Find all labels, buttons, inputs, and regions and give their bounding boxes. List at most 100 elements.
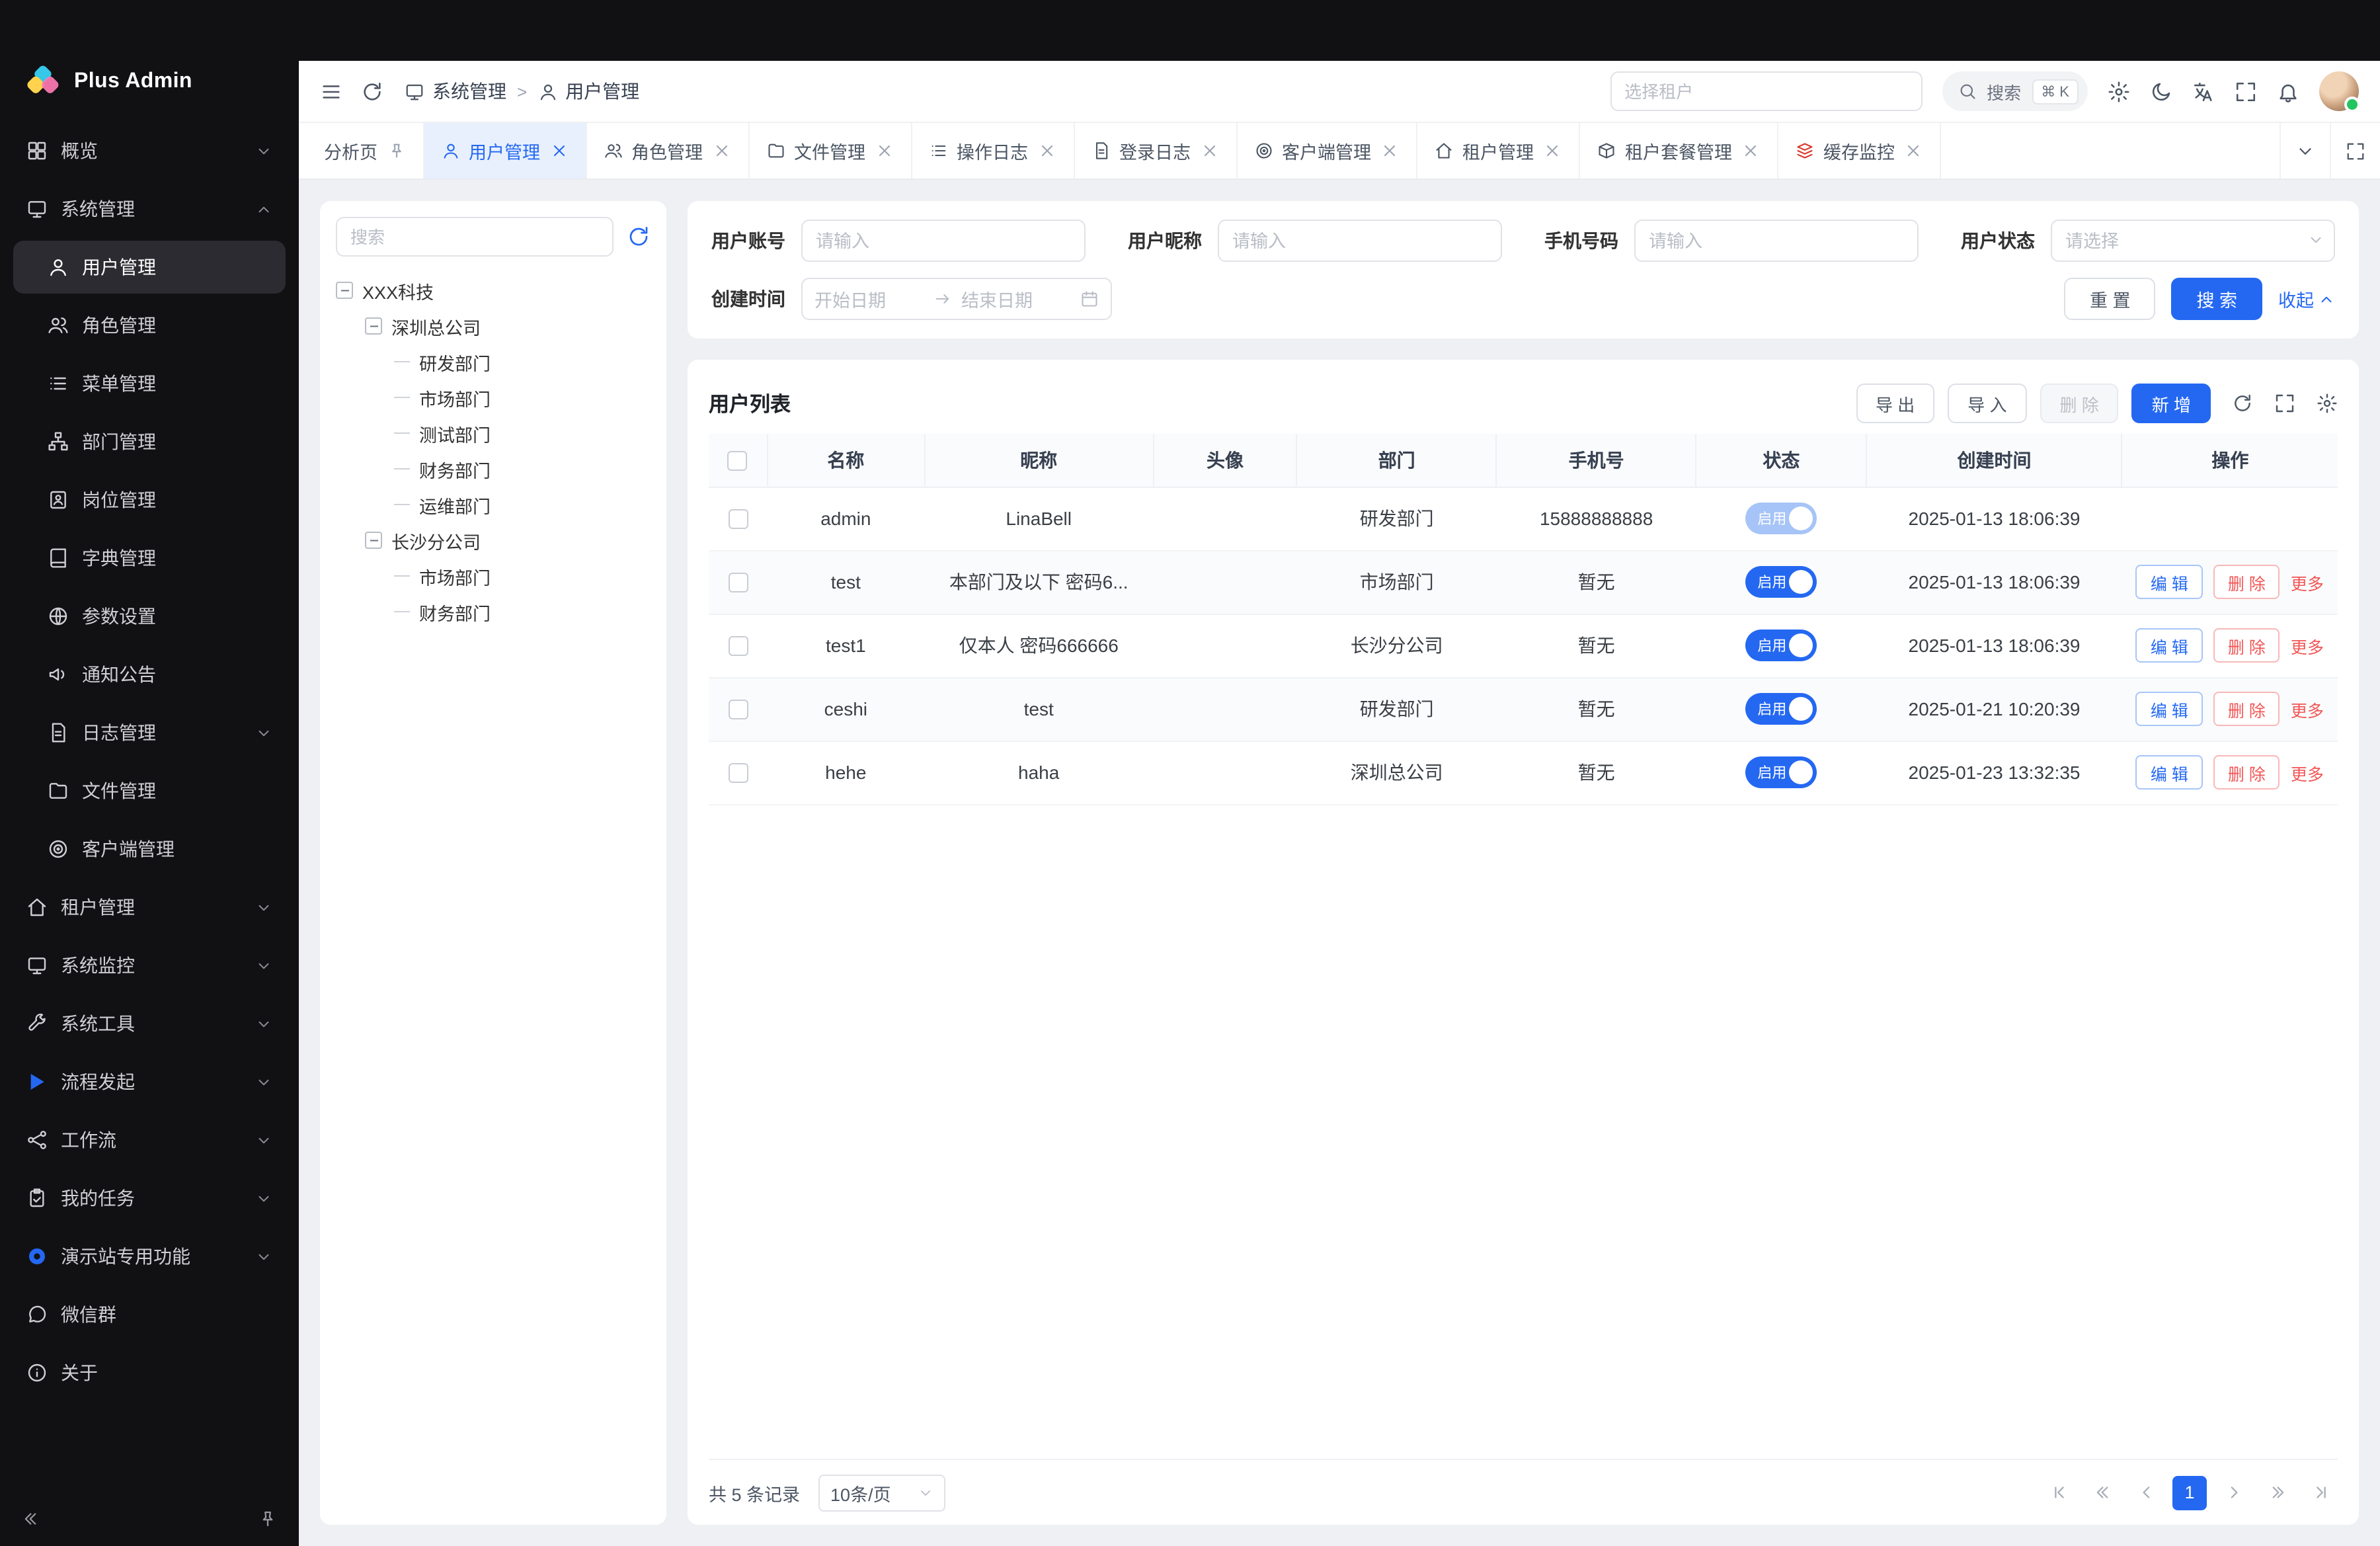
prev-page-button[interactable] [2129, 1475, 2163, 1510]
tree-node-test-dept[interactable]: 测试部门 [336, 415, 651, 451]
sidebar-item-tenant-management[interactable]: 租户管理 [13, 881, 286, 934]
tab-tenant-package-management[interactable]: 租户套餐管理 [1580, 123, 1778, 179]
sidebar-item-dict-management[interactable]: 字典管理 [13, 532, 286, 585]
status-toggle[interactable]: 启用 [1745, 503, 1817, 534]
table-fullscreen-icon[interactable] [2274, 393, 2295, 414]
edit-button[interactable]: 编 辑 [2136, 692, 2203, 726]
tab-fullscreen-button[interactable] [2330, 123, 2380, 179]
collapse-toggle-icon[interactable] [365, 317, 382, 335]
sidebar-item-notice[interactable]: 通知公告 [13, 648, 286, 701]
more-actions-link[interactable]: 更多 [2291, 633, 2324, 658]
tab-role-management[interactable]: 角色管理 [586, 123, 749, 179]
delete-button[interactable]: 删 除 [2040, 384, 2119, 423]
select-all-checkbox[interactable] [728, 451, 748, 471]
column-settings-gear-icon[interactable] [2317, 393, 2338, 414]
page-size-select[interactable]: 10条/页 [818, 1474, 945, 1511]
close-icon[interactable] [1741, 142, 1760, 160]
tree-node-market-dept-2[interactable]: 市场部门 [336, 558, 651, 594]
sidebar-item-my-tasks[interactable]: 我的任务 [13, 1172, 286, 1225]
dark-mode-moon-icon[interactable] [2150, 80, 2172, 102]
tab-user-management[interactable]: 用户管理 [424, 123, 586, 179]
last-page-button[interactable] [2303, 1475, 2338, 1510]
close-icon[interactable] [549, 142, 568, 160]
sidebar-item-param-settings[interactable]: 参数设置 [13, 590, 286, 643]
pin-icon[interactable] [387, 142, 405, 160]
row-checkbox[interactable] [728, 637, 748, 657]
edit-button[interactable]: 编 辑 [2136, 628, 2203, 663]
tree-node-ops-dept[interactable]: 运维部门 [336, 487, 651, 522]
row-checkbox[interactable] [728, 764, 748, 784]
account-input[interactable] [801, 220, 1086, 262]
tenant-select-input[interactable] [1610, 71, 1922, 111]
status-toggle[interactable]: 启用 [1745, 756, 1817, 788]
add-button[interactable]: 新 增 [2132, 384, 2211, 423]
sidebar-item-system-tools[interactable]: 系统工具 [13, 997, 286, 1050]
refresh-page-icon[interactable] [361, 80, 383, 102]
close-icon[interactable] [712, 142, 731, 160]
phone-input[interactable] [1634, 220, 1919, 262]
delete-row-button[interactable]: 删 除 [2213, 755, 2280, 790]
notification-bell-icon[interactable] [2277, 80, 2299, 102]
sidebar-item-demo-features[interactable]: 演示站专用功能 [13, 1230, 286, 1283]
breadcrumb-user-management[interactable]: 用户管理 [537, 78, 639, 104]
sidebar-item-system-management[interactable]: 系统管理 [13, 183, 286, 235]
tab-list-dropdown-button[interactable] [2280, 123, 2330, 179]
tree-node-company[interactable]: XXX科技 [336, 272, 651, 308]
close-icon[interactable] [1904, 142, 1923, 160]
next-page-button[interactable] [2216, 1475, 2250, 1510]
search-button[interactable]: 搜 索 [2171, 278, 2262, 320]
tree-refresh-icon[interactable] [627, 225, 651, 249]
close-icon[interactable] [1200, 142, 1218, 160]
nickname-input[interactable] [1218, 220, 1502, 262]
edit-button[interactable]: 编 辑 [2136, 565, 2203, 599]
collapse-toggle-icon[interactable] [365, 532, 382, 549]
close-icon[interactable] [875, 142, 893, 160]
tree-search-input[interactable] [336, 217, 614, 257]
sidebar-item-overview[interactable]: 概览 [13, 124, 286, 177]
first-page-button[interactable] [2042, 1475, 2076, 1510]
more-actions-link[interactable]: 更多 [2291, 696, 2324, 721]
tab-operation-log[interactable]: 操作日志 [912, 123, 1074, 179]
sidebar-item-system-monitor[interactable]: 系统监控 [13, 939, 286, 992]
row-checkbox[interactable] [728, 510, 748, 530]
sidebar-item-file-management[interactable]: 文件管理 [13, 764, 286, 817]
tree-node-changsha-branch[interactable]: 长沙分公司 [336, 522, 651, 558]
collapse-sidebar-icon[interactable] [21, 1508, 41, 1528]
row-checkbox[interactable] [728, 573, 748, 593]
sidebar-item-workflow[interactable]: 工作流 [13, 1114, 286, 1166]
delete-row-button[interactable]: 删 除 [2213, 565, 2280, 599]
user-avatar[interactable] [2319, 71, 2359, 111]
hamburger-menu-icon[interactable] [320, 80, 342, 102]
tree-node-shenzhen-hq[interactable]: 深圳总公司 [336, 308, 651, 344]
date-range-picker[interactable]: 开始日期 结束日期 [801, 278, 1112, 320]
edit-button[interactable]: 编 辑 [2136, 755, 2203, 790]
global-search-button[interactable]: 搜索 ⌘ K [1942, 71, 2088, 111]
tree-node-finance-dept-2[interactable]: 财务部门 [336, 594, 651, 630]
sidebar-item-menu-management[interactable]: 菜单管理 [13, 357, 286, 410]
sidebar-item-wechat-group[interactable]: 微信群 [13, 1288, 286, 1341]
tree-node-market-dept[interactable]: 市场部门 [336, 380, 651, 415]
sidebar-item-role-management[interactable]: 角色管理 [13, 299, 286, 352]
close-icon[interactable] [1037, 142, 1056, 160]
collapse-toggle-icon[interactable] [336, 282, 353, 299]
collapse-filter-link[interactable]: 收起 [2278, 286, 2335, 312]
sidebar-item-about[interactable]: 关于 [13, 1346, 286, 1399]
sidebar-item-client-management[interactable]: 客户端管理 [13, 823, 286, 875]
tab-client-management[interactable]: 客户端管理 [1237, 123, 1417, 179]
more-actions-link[interactable]: 更多 [2291, 569, 2324, 594]
tab-login-log[interactable]: 登录日志 [1074, 123, 1237, 179]
pin-sidebar-icon[interactable] [258, 1508, 278, 1528]
tab-tenant-management[interactable]: 租户管理 [1417, 123, 1580, 179]
breadcrumb-system-management[interactable]: 系统管理 [405, 78, 506, 104]
status-toggle[interactable]: 启用 [1745, 566, 1817, 598]
export-button[interactable]: 导 出 [1856, 384, 1934, 423]
tree-node-finance-dept[interactable]: 财务部门 [336, 451, 651, 487]
reset-button[interactable]: 重 置 [2065, 278, 2156, 320]
close-icon[interactable] [1380, 142, 1399, 160]
forward-pages-button[interactable] [2260, 1475, 2294, 1510]
tab-analysis[interactable]: 分析页 [307, 123, 424, 179]
sidebar-item-process-start[interactable]: 流程发起 [13, 1055, 286, 1108]
more-actions-link[interactable]: 更多 [2291, 760, 2324, 785]
fullscreen-icon[interactable] [2235, 80, 2257, 102]
delete-row-button[interactable]: 删 除 [2213, 692, 2280, 726]
